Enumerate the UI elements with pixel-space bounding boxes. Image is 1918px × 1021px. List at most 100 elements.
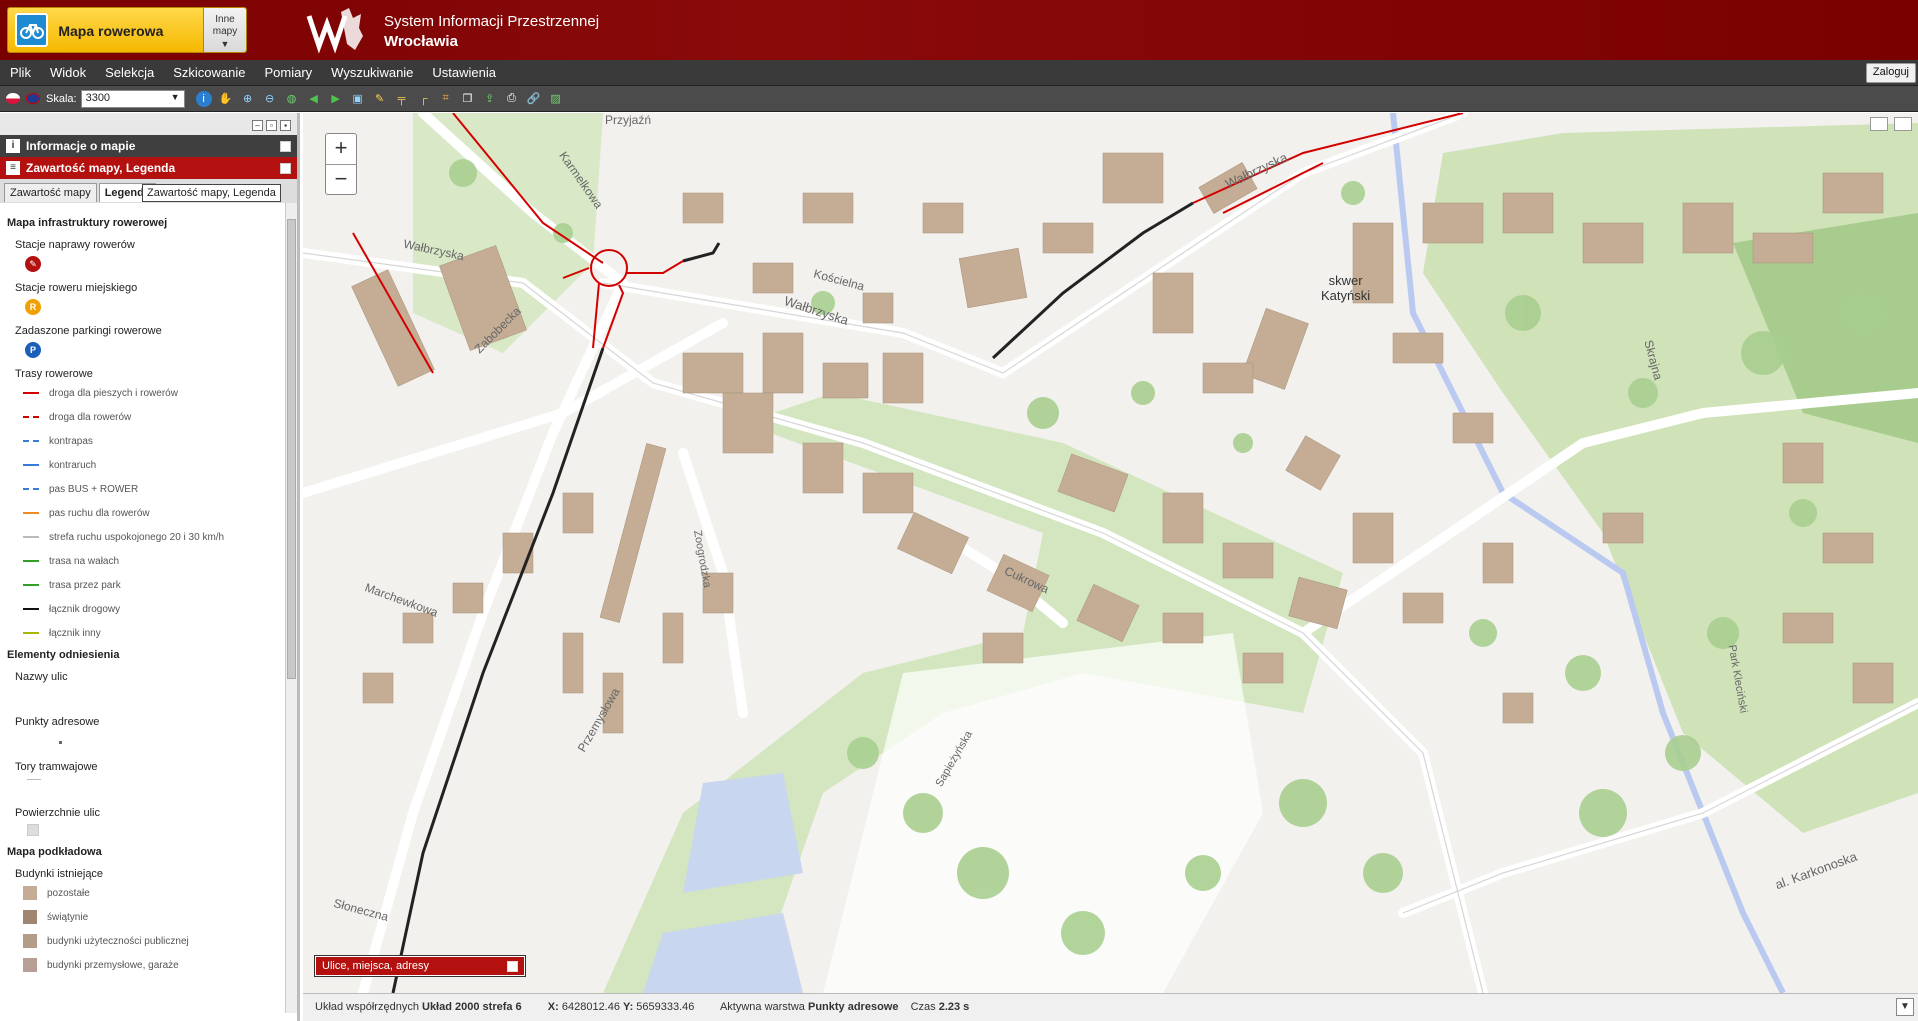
route-swatch	[23, 536, 39, 538]
legend-route-item: pas ruchu dla rowerów	[23, 505, 291, 521]
active-layer-label: Aktywna warstwa	[719, 1001, 805, 1013]
route-swatch	[23, 416, 39, 418]
building-swatch	[23, 910, 37, 924]
collapse-all-icon[interactable]: –	[252, 120, 263, 131]
menu-sketching[interactable]: Szkicowanie	[163, 60, 254, 86]
zoom-in-icon[interactable]: ⊕	[240, 91, 256, 107]
restore-icon[interactable]: ▫	[266, 120, 277, 131]
pan-hand-icon[interactable]: ✋	[218, 91, 234, 107]
legend-address-points: Punkty adresowe	[15, 716, 100, 728]
parking-symbol: P	[25, 342, 41, 358]
zoom-out-icon[interactable]: ⊖	[262, 91, 278, 107]
x-label: X:	[547, 1001, 559, 1013]
full-extent-icon[interactable]: ▣	[350, 91, 366, 107]
link-icon[interactable]: 🔗	[526, 91, 542, 107]
menu-bar: Plik Widok Selekcja Szkicowanie Pomiary Wyszu…	[0, 60, 1918, 86]
route-swatch	[23, 464, 39, 466]
time-label: Czas	[910, 1001, 936, 1013]
login-button[interactable]: Zaloguj	[1865, 63, 1916, 83]
map-info-title: Informacje o mapie	[26, 139, 136, 153]
building-swatch	[23, 958, 37, 972]
expand-icon[interactable]	[280, 162, 291, 174]
legend-route-item: pas BUS + ROWER	[23, 481, 291, 497]
legend-tram-tracks: Tory tramwajowe	[15, 761, 98, 773]
print-icon[interactable]: ⎙	[504, 91, 520, 107]
street-surface-symbol	[27, 824, 39, 836]
scale-label: Skala:	[46, 92, 77, 105]
menu-measurements[interactable]: Pomiary	[254, 60, 321, 86]
polish-flag-icon[interactable]	[6, 93, 20, 104]
back-arrow-icon[interactable]: ◀	[306, 91, 322, 107]
zoom-in-button[interactable]: +	[326, 134, 356, 164]
map-switcher[interactable]: Mapa rowerowa Inne mapy ▼	[7, 7, 247, 53]
panel-tabs: Zawartość mapy Legenda Zawartość mapy, Le…	[0, 179, 297, 203]
zoom-control: + −	[325, 133, 357, 195]
other-maps-button[interactable]: Inne mapy ▼	[202, 8, 247, 52]
close-panel-icon[interactable]: ▪	[280, 120, 291, 131]
search-placeholder: Ulice, miejsca, adresy	[322, 960, 429, 972]
toolbar: Skala: 3300 ▼ i ✋ ⊕ ⊖ ◍ ◀ ▶ ▣ ✎ ╤ ┌ ⌗ ❐ …	[0, 86, 1918, 112]
coord-system-label: Układ współrzędnych	[315, 1001, 419, 1013]
menu-settings[interactable]: Ustawienia	[422, 60, 505, 86]
expand-icon[interactable]	[507, 960, 518, 972]
legend-section-ref: Elementy odniesienia	[7, 649, 120, 661]
map-info-header[interactable]: i Informacje o mapie	[0, 135, 297, 157]
measure-angle-icon[interactable]: ┌	[416, 91, 432, 107]
legend-scrollbar[interactable]	[285, 203, 297, 1013]
legend-header[interactable]: ≡ Zawartość mapy, Legenda	[0, 157, 297, 179]
info-icon[interactable]: i	[195, 90, 212, 107]
time-value: 2.23 s	[938, 1001, 970, 1013]
english-flag-icon[interactable]	[26, 93, 40, 104]
route-swatch	[23, 560, 39, 562]
chevron-down-icon[interactable]: ▼	[1896, 998, 1914, 1016]
menu-view[interactable]: Widok	[40, 60, 95, 86]
menu-selection[interactable]: Selekcja	[95, 60, 163, 86]
legend-route-item: droga dla rowerów	[23, 409, 291, 425]
legend-route-item: strefa ruchu uspokojonego 20 i 30 km/h	[23, 529, 291, 545]
legend-street-names: Nazwy ulic	[15, 671, 68, 683]
search-input[interactable]: Ulice, miejsca, adresy	[314, 955, 526, 977]
measure-distance-icon[interactable]: ╤	[394, 91, 410, 107]
zoom-out-button[interactable]: −	[326, 164, 356, 194]
map-view[interactable]: + − Wałbrzyska Wałbrzyska Wałbrzyska Koś…	[303, 113, 1918, 993]
coord-system-value: Układ 2000 strefa 6	[422, 1001, 522, 1013]
legend-building-item: budynki przemysłowe, garaże	[23, 957, 291, 973]
building-label: świątynie	[47, 911, 89, 923]
wroclaw-logo	[306, 8, 363, 54]
export-icon[interactable]: ⇪	[482, 91, 498, 107]
crop-icon[interactable]: ⌗	[438, 91, 454, 107]
forward-arrow-icon[interactable]: ▶	[328, 91, 344, 107]
legend-route-item: kontraruch	[23, 457, 291, 473]
route-label: pas BUS + ROWER	[49, 483, 139, 495]
legend-parking: Zadaszone parkingi rowerowe	[15, 325, 162, 337]
route-label: kontrapas	[49, 435, 93, 447]
pencil-icon[interactable]: ✎	[372, 91, 388, 107]
chevron-down-icon: ▼	[220, 39, 230, 49]
scrollbar-thumb[interactable]	[287, 219, 296, 679]
image-icon[interactable]: ▨	[548, 91, 564, 107]
tram-track-symbol	[27, 779, 41, 780]
legend-city-bike: Stacje roweru miejskiego	[15, 282, 138, 294]
current-map-title: Mapa rowerowa	[58, 23, 164, 39]
legend-route-item: kontrapas	[23, 433, 291, 449]
expand-icon[interactable]	[280, 140, 291, 152]
legend-route-item: łącznik inny	[23, 625, 291, 641]
building-label: budynki użyteczności publicznej	[47, 935, 189, 947]
chat-icon[interactable]	[1894, 117, 1912, 131]
menu-search[interactable]: Wyszukiwanie	[321, 60, 422, 86]
scale-select[interactable]: 3300 ▼	[80, 89, 185, 108]
globe-icon[interactable]: ◍	[284, 91, 300, 107]
route-swatch	[23, 632, 39, 634]
x-value: 6428012.46	[561, 1001, 620, 1013]
legend-route-item: łącznik drogowy	[23, 601, 291, 617]
menu-file[interactable]: Plik	[0, 60, 40, 86]
layers-icon[interactable]: ❐	[460, 91, 476, 107]
tab-map-contents[interactable]: Zawartość mapy	[4, 183, 97, 202]
map-canvas[interactable]	[303, 113, 1918, 993]
city-bike-symbol: R	[25, 299, 41, 315]
legend-building-item: budynki użyteczności publicznej	[23, 933, 291, 949]
street-label: Przyjaźń	[605, 113, 652, 127]
place-label-line-2: Katyński	[1321, 288, 1371, 303]
legend-building-item: świątynie	[23, 909, 291, 925]
comment-icon[interactable]	[1870, 117, 1888, 131]
